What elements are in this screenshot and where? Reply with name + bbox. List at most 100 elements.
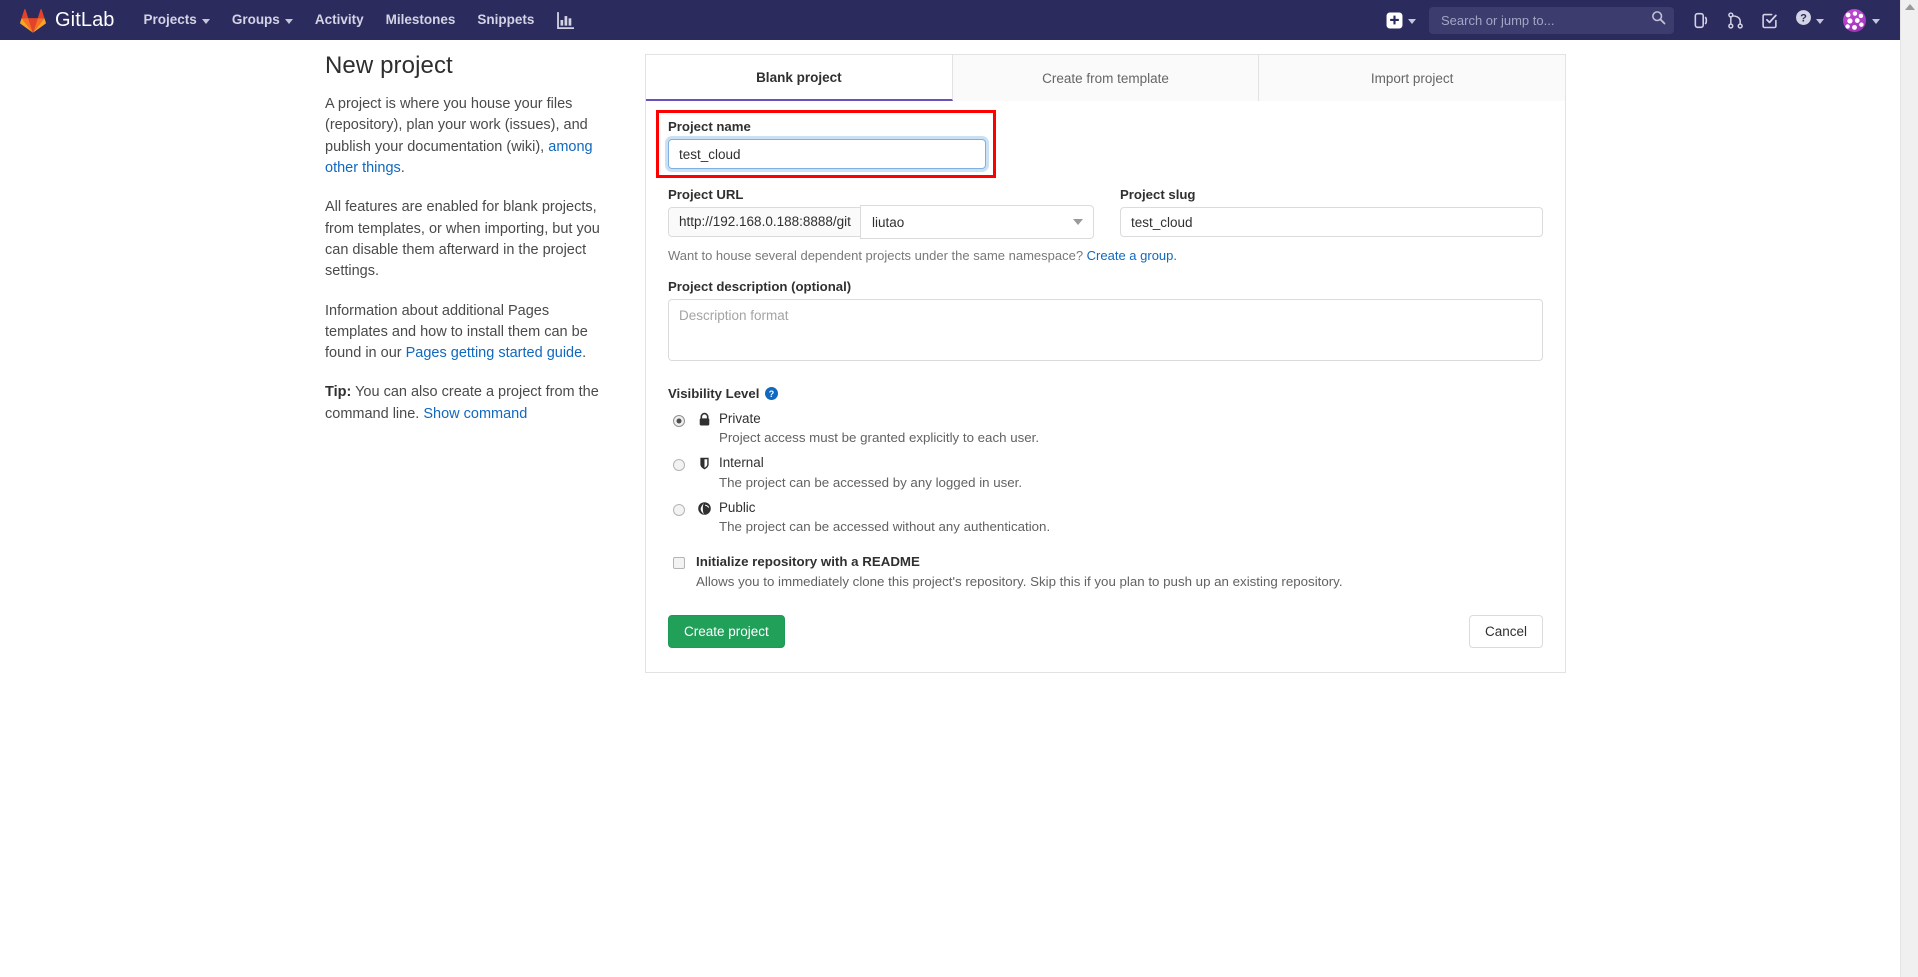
page-content: New project A project is where you house… [0, 40, 1900, 977]
merge-requests-button[interactable] [1718, 0, 1752, 40]
url-slug-row: Project URL http://192.168.0.188:8888/gi… [668, 187, 1543, 239]
visibility-option-name: Public [719, 500, 1050, 515]
todos-button[interactable] [1752, 0, 1786, 40]
lock-icon [697, 411, 719, 432]
visibility-public-texts: Public The project can be accessed witho… [719, 500, 1050, 534]
new-project-card: Blank project Create from template Impor… [645, 54, 1566, 673]
initialize-readme-group[interactable]: Initialize repository with a README Allo… [668, 554, 1543, 589]
chevron-down-icon [1408, 19, 1416, 24]
project-type-tabs: Blank project Create from template Impor… [646, 55, 1565, 101]
project-url-prefix: http://192.168.0.188:8888/git [668, 207, 864, 237]
visibility-level-title: Visibility Level ? [668, 386, 1543, 401]
chevron-down-icon [1073, 219, 1083, 225]
page-scrollbar[interactable] [1900, 0, 1918, 977]
search-placeholder: Search or jump to... [1441, 13, 1651, 28]
namespace-select[interactable]: liutao [860, 205, 1094, 239]
project-slug-input[interactable] [1120, 207, 1543, 237]
tab-create-from-template[interactable]: Create from template [953, 55, 1260, 101]
show-command-link[interactable]: Show command [423, 406, 527, 422]
nav-item-activity[interactable]: Activity [304, 0, 375, 40]
page-title: New project [325, 52, 615, 80]
todos-icon [1761, 12, 1778, 29]
user-menu-button[interactable] [1831, 0, 1886, 40]
gitlab-tanuki-logo-icon [20, 8, 46, 33]
help-question-icon: ? [1795, 9, 1812, 31]
gitlab-home-link[interactable]: GitLab [0, 0, 125, 40]
pages-getting-started-guide-link[interactable]: Pages getting started guide [406, 345, 583, 361]
navbar-left-group: GitLab Projects Groups Activity Mileston… [0, 0, 585, 40]
create-project-button[interactable]: Create project [668, 615, 785, 648]
namespace-help-sentence: Want to house several dependent projects… [668, 248, 1087, 263]
create-a-group-link[interactable]: Create a group. [1087, 248, 1177, 263]
info-p3-text-b: . [582, 345, 586, 361]
chevron-down-icon [285, 19, 293, 24]
merge-requests-icon [1727, 12, 1744, 29]
initialize-readme-label: Initialize repository with a README [696, 554, 1343, 569]
new-project-info-panel: New project A project is where you house… [325, 52, 615, 443]
visibility-option-private[interactable]: Private Project access must be granted e… [668, 411, 1543, 445]
visibility-option-internal[interactable]: Internal The project can be accessed by … [668, 455, 1543, 489]
issues-button[interactable] [1684, 0, 1718, 40]
new-project-form: Project name Project URL http://192.168.… [646, 101, 1565, 672]
project-name-input-wrapper [668, 139, 986, 169]
visibility-level-label: Visibility Level [668, 386, 759, 401]
initialize-readme-desc: Allows you to immediately clone this pro… [696, 574, 1343, 589]
visibility-private-texts: Private Project access must be granted e… [719, 411, 1039, 445]
project-slug-group: Project slug [1120, 187, 1543, 239]
nav-item-label: Activity [315, 0, 364, 40]
brand-name: GitLab [55, 9, 115, 32]
project-name-group: Project name [668, 119, 1543, 169]
info-paragraph-3: Information about additional Pages templ… [325, 301, 615, 365]
project-description-label: Project description (optional) [668, 279, 1543, 294]
chevron-down-icon [1816, 19, 1824, 24]
form-actions: Create project Cancel [668, 615, 1543, 648]
visibility-option-desc: The project can be accessed by any logge… [719, 475, 1022, 490]
visibility-radio-private[interactable] [673, 415, 685, 427]
nav-item-milestones[interactable]: Milestones [375, 0, 467, 40]
plus-square-icon [1386, 12, 1403, 29]
analytics-chart-icon [556, 11, 574, 29]
project-url-label: Project URL [668, 187, 1094, 202]
project-slug-label: Project slug [1120, 187, 1543, 202]
visibility-radio-public[interactable] [673, 504, 685, 516]
nav-item-label: Milestones [386, 0, 456, 40]
nav-item-groups[interactable]: Groups [221, 0, 304, 40]
nav-item-snippets[interactable]: Snippets [466, 0, 545, 40]
issues-icon [1693, 12, 1710, 29]
visibility-radio-internal[interactable] [673, 459, 685, 471]
tip-label: Tip: [325, 384, 351, 400]
namespace-selected-value: liutao [872, 215, 904, 230]
navbar-right-group: Search or jump to... [1377, 0, 1900, 40]
user-avatar-identicon [1843, 9, 1866, 32]
search-icon [1651, 10, 1666, 30]
info-tip-paragraph: Tip: You can also create a project from … [325, 382, 615, 425]
nav-item-label: Snippets [477, 0, 534, 40]
namespace-help-text: Want to house several dependent projects… [668, 248, 1543, 263]
chevron-down-icon [202, 19, 210, 24]
project-name-input[interactable] [668, 139, 986, 169]
visibility-option-desc: Project access must be granted explicitl… [719, 430, 1039, 445]
nav-item-label: Projects [144, 0, 197, 40]
new-dropdown-button[interactable] [1377, 0, 1425, 40]
scroll-up-arrow-icon[interactable] [1905, 4, 1915, 10]
project-description-textarea[interactable] [668, 299, 1543, 361]
svg-text:?: ? [769, 389, 774, 399]
help-dropdown-button[interactable]: ? [1786, 0, 1831, 40]
cancel-button[interactable]: Cancel [1469, 615, 1543, 648]
tab-label: Create from template [1042, 71, 1169, 86]
visibility-option-public[interactable]: Public The project can be accessed witho… [668, 500, 1543, 534]
tab-label: Import project [1371, 71, 1454, 86]
info-paragraph-1: A project is where you house your files … [325, 94, 615, 179]
search-input[interactable]: Search or jump to... [1429, 7, 1674, 34]
tab-blank-project[interactable]: Blank project [646, 55, 953, 101]
project-url-input-group: http://192.168.0.188:8888/git liutao [668, 207, 1094, 239]
project-description-group: Project description (optional) [668, 279, 1543, 366]
nav-item-analytics[interactable] [545, 0, 585, 40]
initialize-readme-checkbox[interactable] [673, 557, 685, 569]
nav-item-label: Groups [232, 0, 280, 40]
visibility-option-name: Internal [719, 455, 1022, 470]
help-question-icon[interactable]: ? [765, 387, 778, 400]
project-url-group: Project URL http://192.168.0.188:8888/gi… [668, 187, 1094, 239]
nav-item-projects[interactable]: Projects [133, 0, 221, 40]
tab-import-project[interactable]: Import project [1259, 55, 1565, 101]
